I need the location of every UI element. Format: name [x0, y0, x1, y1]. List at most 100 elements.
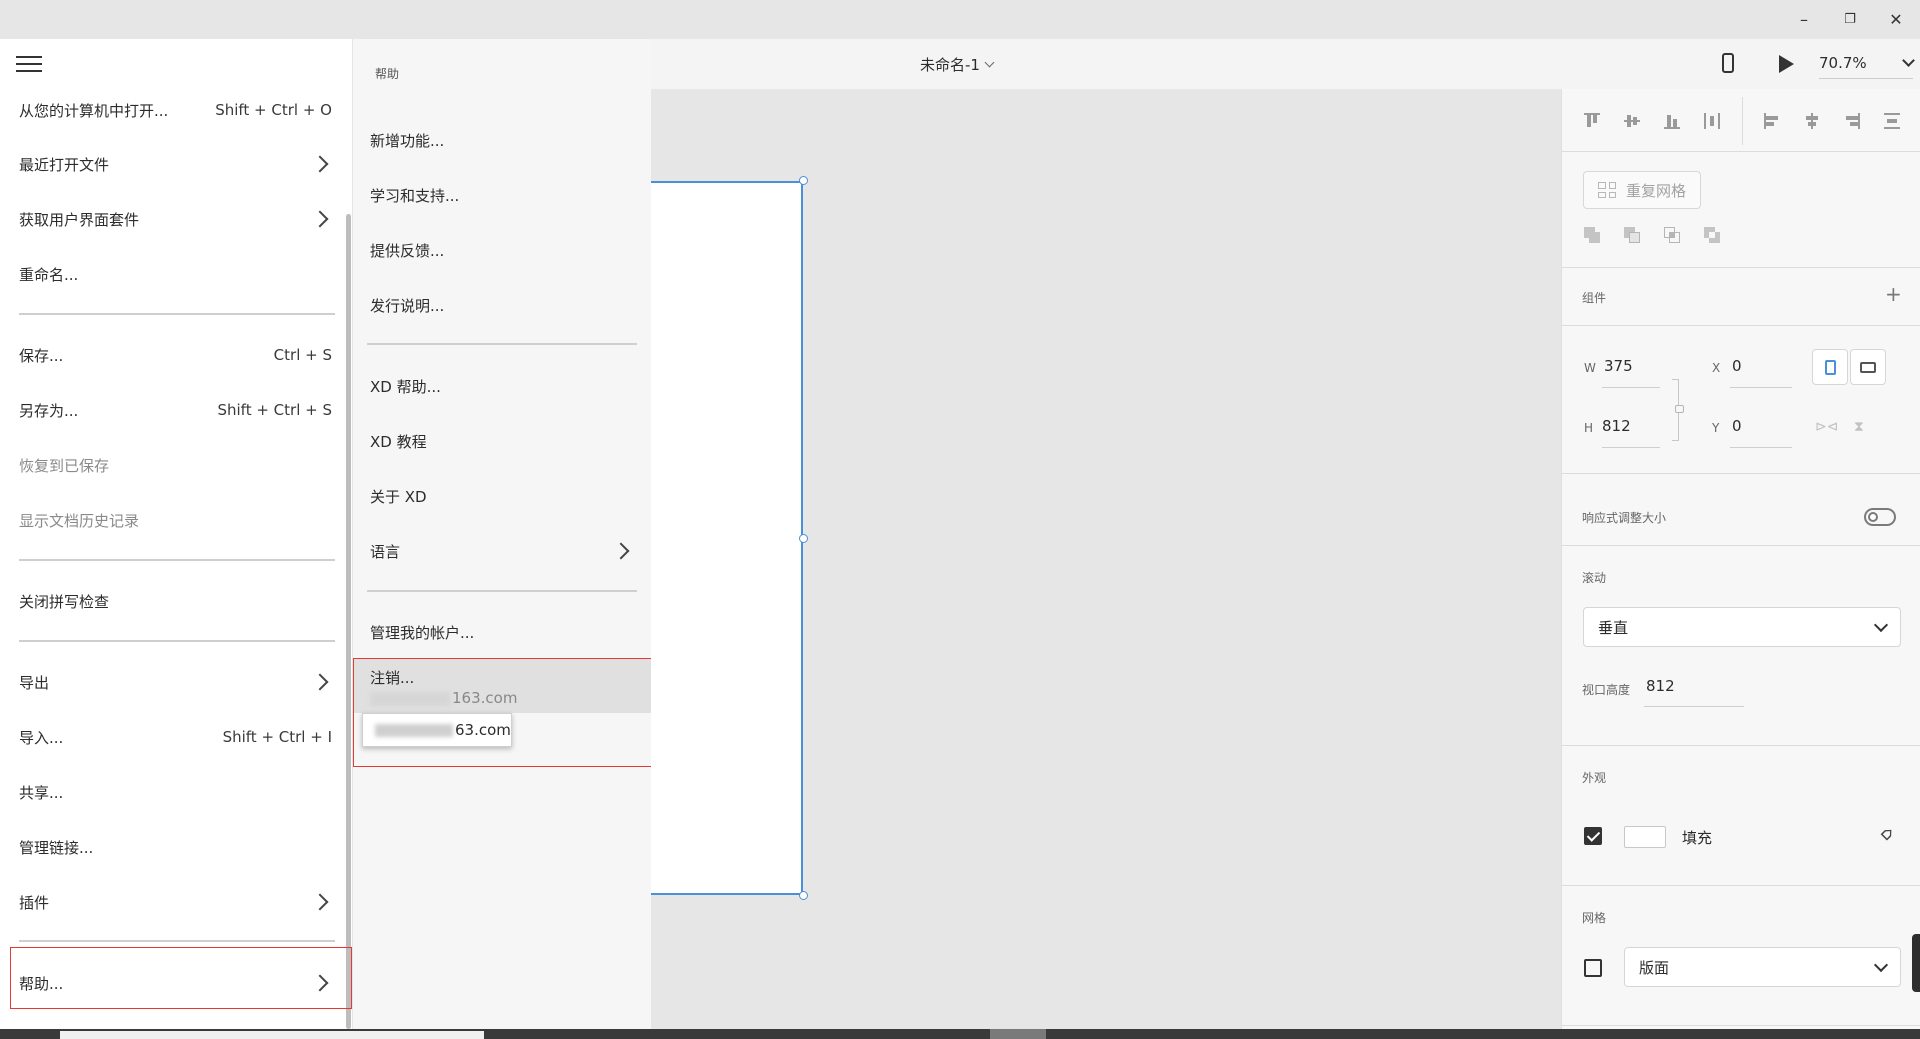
menu-item-manage-links[interactable]: 管理链接...: [0, 822, 344, 872]
menu-item-rename[interactable]: 重命名...: [0, 249, 344, 299]
y-input[interactable]: 0: [1732, 417, 1742, 435]
y-label: Y: [1712, 421, 1720, 435]
zoom-dropdown[interactable]: 70.7%: [1819, 47, 1915, 79]
menu-item-revert: 恢复到已保存: [0, 440, 344, 490]
x-input[interactable]: 0: [1732, 357, 1742, 375]
align-top-icon[interactable]: [1584, 113, 1600, 129]
responsive-resize-label: 响应式调整大小: [1582, 511, 1667, 525]
side-widget[interactable]: [1912, 934, 1920, 992]
minimize-button[interactable]: –: [1782, 4, 1826, 34]
grid-label: 网格: [1582, 911, 1607, 925]
portrait-page-button[interactable]: [1812, 349, 1848, 385]
taskbar-segment: [60, 1031, 484, 1039]
hamburger-menu-icon[interactable]: [16, 53, 42, 75]
lock-aspect-icon[interactable]: [1675, 405, 1684, 413]
menu-item-label: 管理链接...: [19, 838, 94, 857]
menu-item-share[interactable]: 共享...: [0, 767, 344, 817]
resize-handle[interactable]: [799, 534, 808, 543]
flip-vertical-icon[interactable]: ⧗: [1854, 419, 1864, 435]
close-button[interactable]: ✕: [1874, 4, 1918, 34]
add-component-icon[interactable]: +: [1885, 282, 1902, 306]
menu-item-import[interactable]: 导入... Shift + Ctrl + I: [0, 712, 344, 762]
menu-divider: [19, 940, 335, 942]
bottom-bar: [0, 1029, 1920, 1039]
help-item-xd-tutorials[interactable]: XD 教程: [353, 416, 651, 466]
help-item-about-xd[interactable]: 关于 XD: [353, 471, 651, 521]
repeat-grid-label: 重复网格: [1626, 181, 1687, 200]
boolean-add-icon[interactable]: [1584, 227, 1600, 243]
component-label: 组件: [1582, 291, 1607, 305]
menu-item-ui-kits[interactable]: 获取用户界面套件: [0, 194, 344, 244]
document-title[interactable]: 未命名-1: [920, 54, 995, 75]
resize-handle[interactable]: [799, 176, 808, 185]
help-item-release-notes[interactable]: 发行说明...: [353, 280, 651, 330]
chevron-down-icon: [984, 57, 995, 68]
menu-item-shortcut: Shift + Ctrl + S: [217, 401, 332, 419]
panel-divider: [1562, 745, 1920, 746]
menu-item-label: 共享...: [19, 783, 64, 802]
boolean-intersect-icon[interactable]: [1664, 227, 1680, 243]
help-item-learn-support[interactable]: 学习和支持...: [353, 170, 651, 220]
resize-handle[interactable]: [799, 891, 808, 900]
menu-item-open[interactable]: 从您的计算机中打开... Shift + Ctrl + O: [0, 85, 344, 135]
scroll-dropdown[interactable]: 垂直: [1583, 607, 1901, 647]
menu-item-plugins[interactable]: 插件: [0, 877, 344, 927]
distribute-vertical-icon[interactable]: [1704, 113, 1720, 129]
panel-divider: [1562, 885, 1920, 886]
align-right-icon[interactable]: [1844, 113, 1860, 129]
help-item-language[interactable]: 语言: [353, 526, 651, 576]
menu-item-export[interactable]: 导出: [0, 657, 344, 707]
boolean-exclude-icon[interactable]: [1704, 227, 1720, 243]
restore-button[interactable]: ❐: [1828, 4, 1872, 34]
chevron-down-icon: [1873, 617, 1889, 632]
appearance-label: 外观: [1582, 771, 1607, 785]
help-item-label: 关于 XD: [370, 487, 427, 506]
height-input[interactable]: 812: [1602, 417, 1631, 435]
align-bottom-icon[interactable]: [1664, 113, 1680, 129]
menu-item-recent-files[interactable]: 最近打开文件: [0, 139, 344, 189]
panel-divider: [1562, 267, 1920, 268]
fill-checkbox[interactable]: [1584, 827, 1602, 845]
chevron-right-icon: [311, 155, 329, 173]
chevron-down-icon: [1873, 957, 1889, 972]
width-input[interactable]: 375: [1604, 357, 1633, 375]
menu-item-save-as[interactable]: 另存为... Shift + Ctrl + S: [0, 385, 344, 435]
boolean-subtract-icon[interactable]: [1624, 227, 1640, 243]
menu-item-save[interactable]: 保存... Ctrl + S: [0, 330, 344, 380]
menu-item-spellcheck[interactable]: 关闭拼写检查: [0, 576, 344, 626]
help-item-label: 新增功能...: [370, 131, 445, 150]
help-item-whats-new[interactable]: 新增功能...: [353, 115, 651, 165]
align-center-icon[interactable]: [1804, 113, 1820, 129]
eyedropper-icon[interactable]: ⌂: [1876, 822, 1899, 845]
artboard[interactable]: [651, 181, 803, 895]
panel-divider: [1562, 151, 1920, 152]
align-left-icon[interactable]: [1764, 113, 1780, 129]
viewport-height-input[interactable]: 812: [1646, 677, 1675, 695]
scroll-value: 垂直: [1598, 618, 1629, 637]
grid-type-dropdown[interactable]: 版面: [1624, 947, 1901, 987]
panel-divider: [1562, 473, 1920, 474]
menu-scrollbar[interactable]: [346, 214, 351, 1029]
menu-item-label: 另存为...: [19, 401, 79, 420]
help-item-manage-account[interactable]: 管理我的帐户...: [353, 607, 651, 657]
landscape-page-icon: [1860, 361, 1876, 373]
top-toolbar: 未命名-1 70.7%: [651, 39, 1920, 89]
help-submenu: 帮助 新增功能... 学习和支持... 提供反馈... 发行说明... XD 帮…: [353, 39, 651, 1029]
align-middle-icon[interactable]: [1624, 113, 1640, 129]
fill-color-swatch[interactable]: [1624, 826, 1666, 848]
play-icon[interactable]: [1779, 55, 1794, 73]
repeat-grid-icon: [1598, 182, 1616, 198]
grid-type-value: 版面: [1639, 958, 1670, 977]
repeat-grid-button[interactable]: 重复网格: [1583, 171, 1701, 209]
main-menu: 从您的计算机中打开... Shift + Ctrl + O 最近打开文件 获取用户…: [0, 39, 352, 1029]
help-item-feedback[interactable]: 提供反馈...: [353, 225, 651, 275]
grid-checkbox[interactable]: [1584, 959, 1602, 977]
flip-horizontal-icon[interactable]: ⊳⊲: [1815, 419, 1838, 435]
help-item-xd-help[interactable]: XD 帮助...: [353, 361, 651, 411]
responsive-resize-toggle[interactable]: [1864, 508, 1896, 526]
device-preview-icon[interactable]: [1722, 53, 1734, 73]
distribute-horizontal-icon[interactable]: [1884, 113, 1900, 129]
height-underline: [1602, 447, 1660, 448]
portrait-page-icon: [1824, 359, 1836, 375]
landscape-page-button[interactable]: [1850, 349, 1886, 385]
